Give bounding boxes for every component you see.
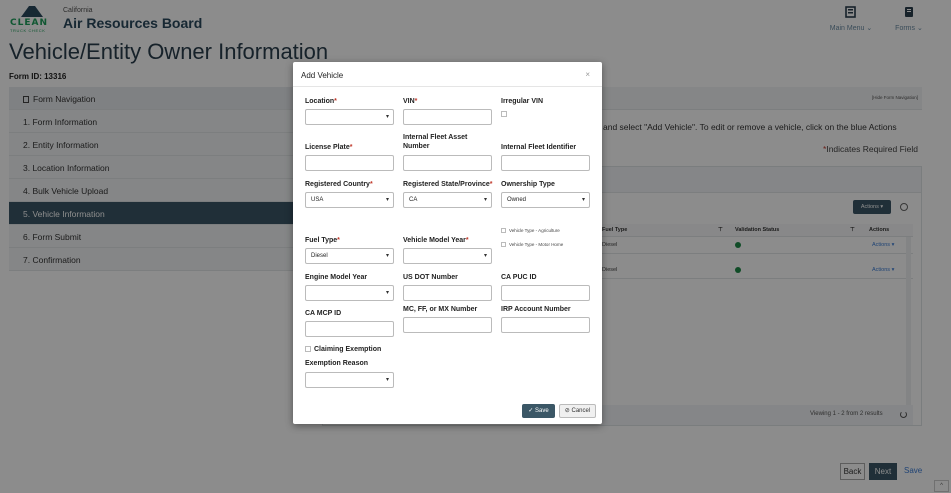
motor-home-label: Vehicle Type - Motor Home xyxy=(509,242,564,247)
modal-header: Add Vehicle × xyxy=(293,62,602,87)
location-label: Location* xyxy=(305,98,337,105)
modal-cancel-button[interactable]: ⊘ Cancel xyxy=(559,404,596,418)
exemption-reason-label: Exemption Reason xyxy=(305,360,369,367)
agriculture-checkbox[interactable] xyxy=(501,228,506,233)
location-select[interactable] xyxy=(305,109,394,125)
check-icon: ✓ xyxy=(528,408,535,414)
fuel-type-label: Fuel Type* xyxy=(305,237,340,244)
registered-country-select[interactable]: USA xyxy=(305,192,394,208)
claiming-exemption-label: Claiming Exemption xyxy=(314,346,382,353)
ca-mcp-label: CA MCP ID xyxy=(305,310,342,317)
us-dot-input[interactable] xyxy=(403,285,492,301)
license-plate-label: License Plate* xyxy=(305,144,353,151)
internal-fleet-identifier-input[interactable] xyxy=(501,155,590,171)
license-plate-input[interactable] xyxy=(305,155,394,171)
registered-state-select[interactable]: CA xyxy=(403,192,492,208)
modal-title: Add Vehicle xyxy=(301,71,344,80)
fuel-type-select[interactable]: Diesel xyxy=(305,248,394,264)
ca-puc-input[interactable] xyxy=(501,285,590,301)
internal-fleet-asset-label: Internal Fleet Asset Number xyxy=(403,134,468,150)
ca-puc-label: CA PUC ID xyxy=(501,274,537,281)
motor-home-checkbox[interactable] xyxy=(501,242,506,247)
vehicle-model-year-label: Vehicle Model Year* xyxy=(403,237,469,244)
irp-input[interactable] xyxy=(501,317,590,333)
irregular-vin-checkbox[interactable] xyxy=(501,111,507,117)
internal-fleet-asset-input[interactable] xyxy=(403,155,492,171)
agriculture-label: Vehicle Type - Agriculture xyxy=(509,228,560,233)
irp-label: IRP Account Number xyxy=(501,306,571,313)
vin-label: VIN* xyxy=(403,98,418,105)
mc-ff-mx-input[interactable] xyxy=(403,317,492,333)
exemption-reason-select[interactable] xyxy=(305,372,394,388)
cancel-icon: ⊘ xyxy=(564,408,572,414)
vin-input[interactable] xyxy=(403,109,492,125)
claiming-exemption-checkbox[interactable] xyxy=(305,346,311,352)
mc-ff-mx-label: MC, FF, or MX Number xyxy=(403,306,478,313)
registered-country-label: Registered Country* xyxy=(305,181,373,188)
ownership-type-label: Ownership Type xyxy=(501,181,555,188)
add-vehicle-modal: Add Vehicle × Location* VIN* Irregular V… xyxy=(293,62,602,424)
ca-mcp-input[interactable] xyxy=(305,321,394,337)
engine-model-year-select[interactable] xyxy=(305,285,394,301)
engine-model-year-label: Engine Model Year xyxy=(305,274,368,281)
internal-fleet-identifier-label: Internal Fleet Identifier xyxy=(501,144,577,151)
ownership-type-select[interactable]: Owned xyxy=(501,192,590,208)
close-icon[interactable]: × xyxy=(585,70,590,79)
vehicle-model-year-select[interactable] xyxy=(403,248,492,264)
irregular-vin-label: Irregular VIN xyxy=(501,98,544,105)
modal-save-button[interactable]: ✓ Save xyxy=(522,404,555,418)
us-dot-label: US DOT Number xyxy=(403,274,458,281)
registered-state-label: Registered State/Province* xyxy=(403,181,493,188)
